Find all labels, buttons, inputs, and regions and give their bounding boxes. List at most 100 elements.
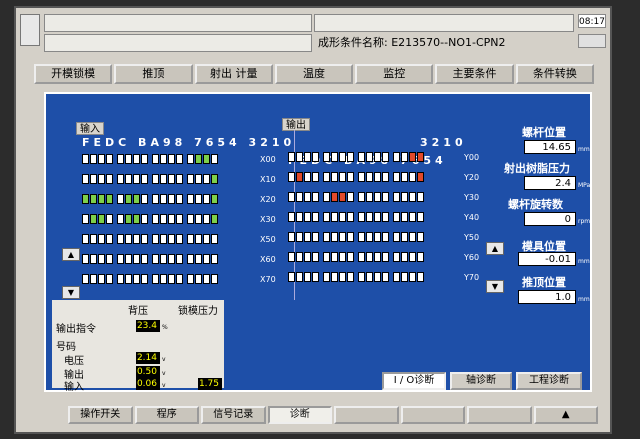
output-cmd-value: 23.4: [136, 320, 160, 332]
output-bit-indicator: [374, 212, 381, 222]
input-bit-indicator: [176, 234, 183, 244]
input-bit-indicator: [133, 194, 140, 204]
input-bit-indicator: [176, 154, 183, 164]
input-bit-indicator: [195, 254, 202, 264]
output-bit-group: [358, 212, 389, 222]
input-bit-indicator: [141, 274, 148, 284]
title-field-2: [314, 14, 574, 32]
tab-empty-1[interactable]: [334, 406, 399, 424]
input-bit-indicator: [176, 254, 183, 264]
input-bit-indicator: [203, 274, 210, 284]
output-bit-indicator: [304, 272, 311, 282]
output-bit-indicator: [347, 172, 354, 182]
input-voltage-value-2: 1.75: [198, 378, 222, 390]
input-row-x70: [82, 274, 218, 284]
screw-position-unit: mm: [578, 146, 590, 153]
tab-program[interactable]: 程序: [134, 406, 199, 424]
input-bit-indicator: [98, 174, 105, 184]
window-control-icon[interactable]: [578, 34, 606, 48]
output-bit-indicator: [296, 192, 303, 202]
output-cmd-unit: %: [162, 324, 168, 331]
tab-diagnosis[interactable]: 诊断: [267, 406, 332, 424]
system-menu-icon[interactable]: [20, 14, 40, 46]
input-bit-header: FEDC BA98 7654 3210: [82, 136, 296, 149]
output-bit-indicator: [366, 232, 373, 242]
tab-operation-switch[interactable]: 操作开关: [68, 406, 133, 424]
input-bit-indicator: [125, 214, 132, 224]
screw-rpm-unit: rpm: [578, 218, 591, 225]
condition-name: 成形条件名称: E213570--NO1-CPN2: [318, 36, 506, 49]
title-field-3: [44, 34, 312, 52]
input-bit-indicator: [125, 154, 132, 164]
input-bit-indicator: [141, 154, 148, 164]
output-row-y60: [288, 252, 424, 262]
input-bit-group: [187, 154, 218, 164]
output-bit-indicator: [331, 272, 338, 282]
input-bit-indicator: [106, 174, 113, 184]
clock: 08:17: [578, 14, 606, 28]
input-bit-indicator: [176, 214, 183, 224]
scroll-down-input[interactable]: ▼: [62, 286, 80, 299]
input-bit-indicator: [211, 174, 218, 184]
input-bit-indicator: [152, 174, 159, 184]
scroll-up-input[interactable]: ▲: [62, 248, 80, 261]
output-bit-group: [288, 232, 319, 242]
tab-process-diagnosis[interactable]: 工程诊断: [516, 372, 582, 390]
tab-mold-clamp[interactable]: 开模锁模: [34, 64, 113, 84]
output-bit-indicator: [347, 152, 354, 162]
tab-temperature[interactable]: 温度: [274, 64, 354, 84]
tab-io-diagnosis[interactable]: I / O诊断: [382, 372, 446, 390]
input-bit-indicator: [141, 194, 148, 204]
screw-position-value: 14.65: [524, 140, 576, 154]
input-bit-group: [82, 254, 113, 264]
tab-main-conditions[interactable]: 主要条件: [435, 64, 514, 84]
output-row-y30: [288, 192, 424, 202]
tab-empty-3[interactable]: [467, 406, 532, 424]
output-row-y00: [288, 152, 424, 162]
output-bit-group: [393, 172, 424, 182]
output-bit-indicator: [296, 252, 303, 262]
tab-signal-record[interactable]: 信号记录: [201, 406, 266, 424]
input-bit-indicator: [187, 254, 194, 264]
output-bit-indicator: [393, 172, 400, 182]
output-bit-indicator: [304, 172, 311, 182]
output-bit-group: [323, 172, 354, 182]
output-bit-indicator: [366, 152, 373, 162]
input-bit-indicator: [125, 234, 132, 244]
output-bit-group: [323, 272, 354, 282]
input-bit-indicator: [125, 254, 132, 264]
input-bit-indicator: [187, 174, 194, 184]
tab-condition-switch[interactable]: 条件转换: [515, 64, 594, 84]
input-bit-indicator: [106, 154, 113, 164]
output-bit-group: [393, 252, 424, 262]
input-address-label: X20: [260, 195, 276, 204]
output-bit-indicator: [288, 232, 295, 242]
tab-ejector[interactable]: 推顶: [114, 64, 193, 84]
tab-monitor[interactable]: 监控: [355, 64, 434, 84]
tab-axis-diagnosis[interactable]: 轴诊断: [450, 372, 512, 390]
input-bit-indicator: [211, 194, 218, 204]
scroll-down-output[interactable]: ▼: [486, 280, 504, 293]
input-address-label: X30: [260, 215, 276, 224]
voltage-value: 2.14: [136, 352, 160, 364]
input-bit-group: [152, 254, 183, 264]
input-bit-group: [152, 234, 183, 244]
output-bit-indicator: [401, 172, 408, 182]
tab-injection-metering[interactable]: 射出 计量: [194, 64, 273, 84]
voltage-label: 电压: [64, 356, 84, 367]
screw-rpm-value: 0: [524, 212, 576, 226]
output-bit-indicator: [366, 172, 373, 182]
input-address-label: X10: [260, 175, 276, 184]
scroll-up-output[interactable]: ▲: [486, 242, 504, 255]
output-bit-indicator: [409, 232, 416, 242]
injection-pressure-unit: MPa: [578, 182, 591, 189]
output-bit-indicator: [401, 212, 408, 222]
page-up-button[interactable]: ▲: [533, 406, 598, 424]
input-bit-indicator: [106, 254, 113, 264]
clamp-pressure-header: 锁模压力: [178, 306, 218, 317]
tab-empty-2[interactable]: [400, 406, 465, 424]
input-bit-indicator: [90, 154, 97, 164]
output-bit-indicator: [312, 212, 319, 222]
output-bit-indicator: [374, 252, 381, 262]
input-bit-indicator: [98, 214, 105, 224]
